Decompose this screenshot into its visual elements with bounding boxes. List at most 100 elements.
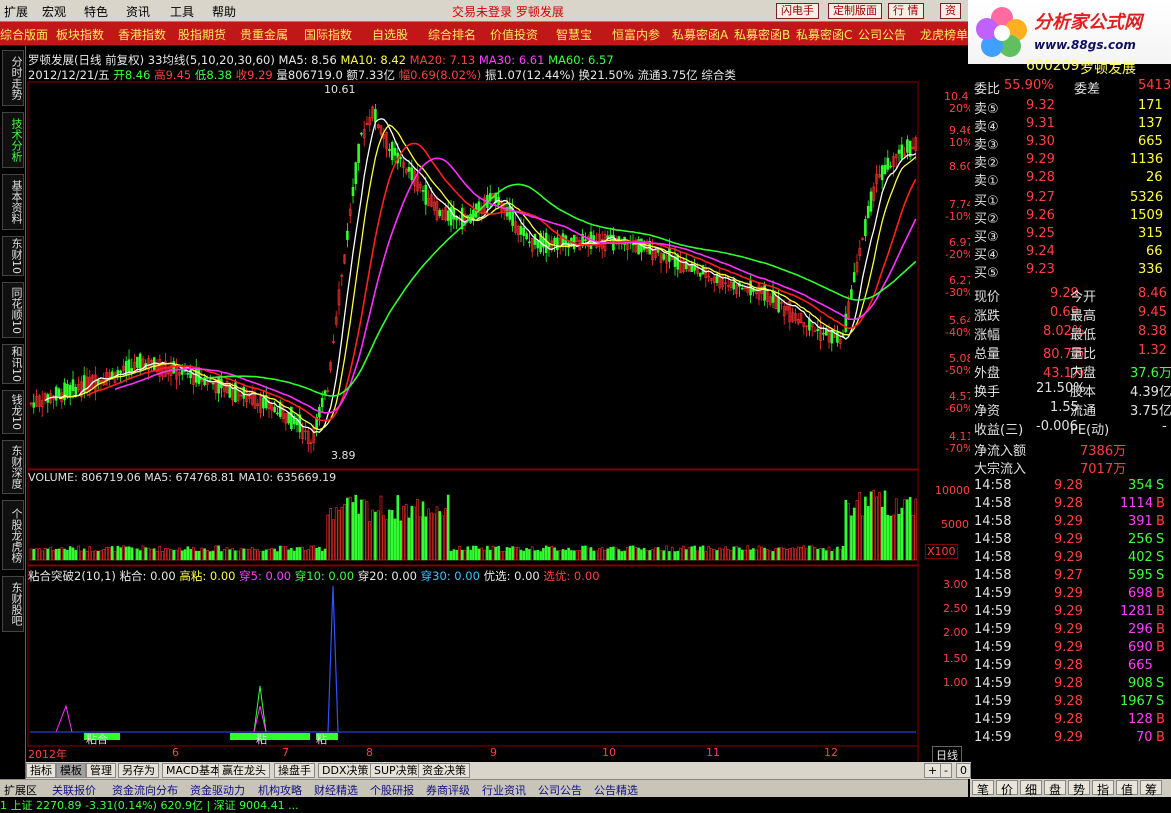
quote-row: 买① 9.27 5326 (974, 190, 1168, 209)
quote-cell: 9.29 (1026, 152, 1055, 167)
detail-tab[interactable]: 笔 (972, 780, 994, 797)
quote-row: 收益(三) -0.006 PE(动) - (974, 419, 1168, 438)
tab-hexun[interactable]: 和讯10 (2, 344, 24, 384)
detail-tab[interactable]: 细 (1020, 780, 1042, 797)
link-item[interactable]: 机构攻略 (258, 782, 302, 798)
tab-guba[interactable]: 东财股吧 (2, 576, 24, 632)
nav-item[interactable]: 香港指数 (118, 26, 166, 43)
nav-item[interactable]: 私募密函B (734, 26, 790, 43)
nav-item[interactable]: 自选股 (372, 26, 408, 43)
nav-item[interactable]: 综合版面 (0, 26, 48, 43)
custom-layout-button[interactable]: 定制版面 (828, 3, 882, 19)
tab-intraday[interactable]: 分时走势 (2, 50, 24, 106)
detail-tab[interactable]: 价 (996, 780, 1018, 797)
nav-item[interactable]: 股指期货 (178, 26, 226, 43)
tab-dragon-tiger[interactable]: 个股龙虎榜 (2, 500, 24, 570)
candle-body (777, 296, 780, 313)
link-item[interactable]: 财经精选 (314, 782, 358, 798)
quotes-button[interactable]: 行 情 (888, 3, 924, 19)
tab-dongcai[interactable]: 东财10 (2, 236, 24, 276)
nav-item[interactable]: 综合排名 (428, 26, 476, 43)
volume-bar (340, 506, 344, 561)
volume-bar (57, 548, 61, 561)
quote-cell: B (1156, 712, 1165, 727)
detail-tab[interactable]: 盘 (1044, 780, 1066, 797)
volume-bar (287, 549, 290, 561)
link-item[interactable]: 个股研报 (370, 782, 414, 798)
tab-dongcai-depth[interactable]: 东财深度 (2, 440, 24, 494)
link-item[interactable]: 公司公告 (538, 782, 582, 798)
indicator-button[interactable]: 指标 (26, 763, 56, 778)
nav-item[interactable]: 私募密函C (796, 26, 852, 43)
quote-cell: 换手 (974, 385, 1001, 400)
nav-item[interactable]: 私募密函A (672, 26, 728, 43)
zoom-in-button[interactable]: + (924, 763, 942, 778)
volume-bar (550, 546, 554, 561)
volume-bar (348, 496, 352, 561)
tab-qianlong[interactable]: 钱龙10 (2, 390, 24, 434)
detail-tabs: 笔价细盘势指值筹 (970, 779, 1171, 797)
volume-bar (326, 514, 330, 561)
nav-item[interactable]: 智慧宝 (556, 26, 592, 43)
sup-button[interactable]: SUP决策 (370, 763, 422, 778)
menu-item-expand[interactable]: 扩展 (4, 3, 28, 20)
flash-trade-button[interactable]: 闪电手 (776, 3, 819, 19)
volume-bar (343, 504, 346, 561)
menu-item-tools[interactable]: 工具 (170, 3, 194, 20)
nav-item[interactable]: 龙虎榜单 (920, 26, 968, 43)
zoom-reset-button[interactable]: 0 (956, 763, 971, 778)
nav-item[interactable]: 板块指数 (56, 26, 104, 43)
menu-item-info[interactable]: 资讯 (126, 3, 150, 20)
tab-tonghuashun[interactable]: 同花顺10 (2, 282, 24, 338)
detail-tab[interactable]: 指 (1092, 780, 1114, 797)
ddx-button[interactable]: DDX决策 (318, 763, 373, 778)
detail-tab[interactable]: 值 (1116, 780, 1138, 797)
volume-bar (726, 549, 730, 561)
fund-decision-button[interactable]: 资金决策 (418, 763, 470, 778)
volume-bar (813, 547, 817, 561)
link-item[interactable]: 公告精选 (594, 782, 638, 798)
save-as-button[interactable]: 另存为 (118, 763, 159, 778)
candle-body (66, 383, 69, 397)
nav-item[interactable]: 恒富内参 (612, 26, 660, 43)
dragon-head-button[interactable]: 赢在龙头 (218, 763, 270, 778)
zoom-out-button[interactable]: - (940, 763, 952, 778)
menu-item-special[interactable]: 特色 (84, 3, 108, 20)
nav-item[interactable]: 公司公告 (858, 26, 906, 43)
volume-bar (838, 549, 842, 561)
nav-item[interactable]: 贵重金属 (240, 26, 288, 43)
link-item[interactable]: 资金流向分布 (112, 782, 178, 798)
trader-button[interactable]: 操盘手 (274, 763, 315, 778)
link-item[interactable]: 资金驱动力 (190, 782, 245, 798)
quote-cell: 涨跌 (974, 309, 1001, 324)
menu-item-help[interactable]: 帮助 (212, 3, 236, 20)
volume-bar (320, 551, 324, 561)
detail-tab[interactable]: 筹 (1140, 780, 1162, 797)
volume-bar (824, 550, 828, 561)
link-item[interactable]: 行业资讯 (482, 782, 526, 798)
assets-button[interactable]: 资 (940, 3, 961, 19)
volume-bar (740, 549, 744, 561)
macd-button[interactable]: MACD基本 (162, 763, 225, 778)
kline-chart[interactable]: 罗顿发展(日线 前复权) 33均线(5,10,20,30,60) MA5: 8.… (26, 46, 962, 791)
link-item[interactable]: 券商评级 (426, 782, 470, 798)
link-item[interactable]: 扩展区 (4, 782, 37, 798)
volume-bar (707, 546, 710, 561)
tab-technical[interactable]: 技术分析 (2, 112, 24, 168)
volume-bar (197, 551, 201, 561)
tab-fundamentals[interactable]: 基本资料 (2, 174, 24, 230)
volume-bar (38, 548, 41, 561)
volume-bar (704, 551, 708, 561)
nav-item[interactable]: 国际指数 (304, 26, 352, 43)
volume-bar (595, 550, 598, 561)
manage-button[interactable]: 管理 (86, 763, 116, 778)
volume-bar (192, 546, 195, 561)
menu-item-macro[interactable]: 宏观 (42, 3, 66, 20)
quote-cell: 净流入额 (974, 444, 1027, 459)
link-item[interactable]: 关联报价 (52, 782, 96, 798)
volume-bar (547, 546, 551, 561)
quote-row: 14:59 9.29 698 B (974, 586, 1168, 604)
nav-item[interactable]: 价值投资 (490, 26, 538, 43)
template-button[interactable]: 模板 (56, 763, 86, 778)
detail-tab[interactable]: 势 (1068, 780, 1090, 797)
